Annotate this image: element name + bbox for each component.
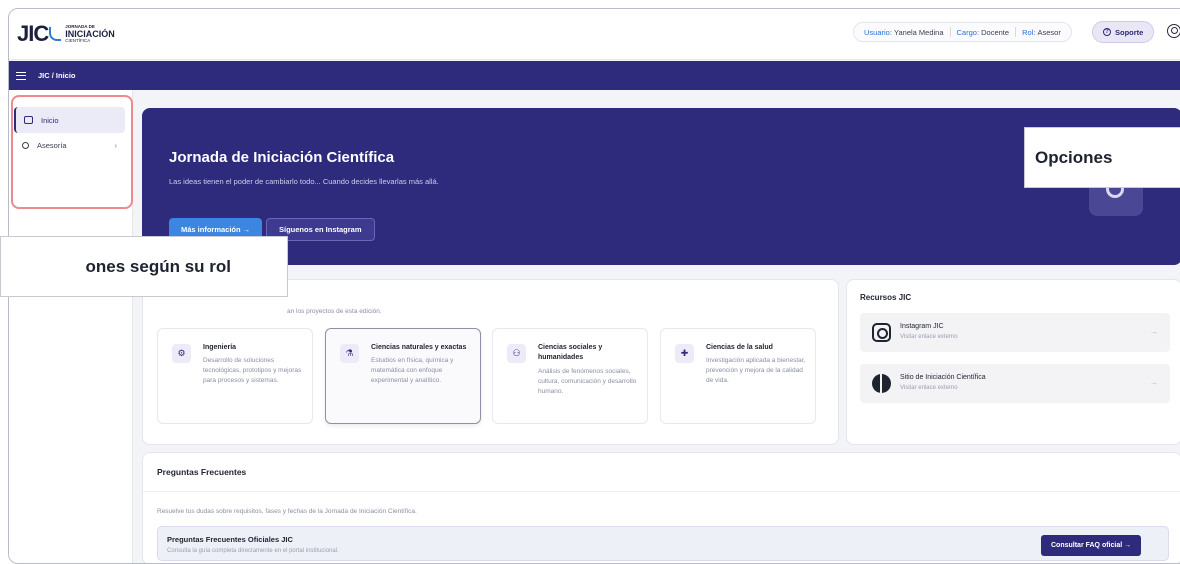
chevron-right-icon: › [114, 140, 117, 150]
sidebar-item-label: Inicio [41, 115, 59, 125]
logo-line-3: CIENTÍFICA [65, 37, 91, 43]
user-key: Usuario: [864, 27, 892, 37]
faq-official-box: Preguntas Frecuentes Oficiales JIC Consu… [157, 526, 1169, 561]
resource-item-instagram[interactable]: Instagram JIC Visitar enlace externo → [860, 313, 1170, 352]
sidebar-item-asesoria[interactable]: Asesoría › [14, 132, 125, 158]
hamburger-menu-icon[interactable] [16, 71, 26, 80]
help-icon: ? [1103, 28, 1111, 36]
instagram-icon [872, 323, 891, 342]
arrow-right-icon: → [1150, 378, 1158, 387]
resources-title: Recursos JIC [860, 293, 912, 302]
arrow-right-icon: → [1150, 327, 1158, 336]
nav-bar: JIC / Inicio [9, 61, 1180, 90]
divider [949, 27, 951, 37]
area-title: Ciencias naturales y exactas [371, 344, 467, 351]
support-label: Soporte [1115, 27, 1144, 37]
cargo-value: Docente [981, 27, 1010, 37]
logo-swoosh-icon [49, 27, 62, 41]
area-card-ingenieria[interactable]: ⚙ Ingeniería Desarrollo de soluciones te… [157, 328, 313, 424]
monitor-icon [24, 116, 33, 124]
support-button[interactable]: ? Soporte [1092, 21, 1155, 43]
resource-name: Sitio de Iniciación Científica [900, 374, 986, 381]
top-header: JIC JORNADA DE INICIACIÓN CIENTÍFICA Usu… [9, 9, 1180, 60]
callout-role-options: ones según su rol [0, 236, 288, 297]
area-title: Ciencias de la salud [706, 344, 773, 351]
sidebar-item-label: Asesoría [37, 140, 67, 150]
faq-title: Preguntas Frecuentes [157, 467, 247, 477]
logo-mark: JIC [17, 21, 49, 46]
user-plus-icon [22, 141, 29, 149]
logo[interactable]: JIC JORNADA DE INICIACIÓN CIENTÍFICA [17, 21, 115, 47]
gear-icon: ⚙ [172, 344, 191, 363]
faq-description: Resuelve tus dudas sobre requisitos, fas… [157, 508, 417, 515]
area-description: Estudios en física, química y matemática… [371, 357, 454, 384]
medical-icon: ✚ [675, 344, 694, 363]
divider [1015, 27, 1017, 37]
area-description: Investigación aplicada a bienestar, prev… [706, 357, 806, 384]
area-description: Desarrollo de soluciones tecnológicas, p… [203, 357, 302, 384]
knowledge-areas-card: an los proyectos de esta edición. ⚙ Inge… [142, 279, 839, 445]
globe-icon [872, 374, 891, 393]
rol-value: Asesor [1037, 27, 1061, 37]
resource-name: Instagram JIC [900, 323, 944, 330]
user-info: Usuario: Yanela Medina Cargo: Docente Ro… [853, 22, 1072, 42]
resource-subtitle: Visitar enlace externo [900, 385, 958, 391]
area-title: Ciencias sociales y humanidades [538, 344, 603, 361]
faq-box-subtitle: Consulta la guía completa directamente e… [167, 548, 339, 554]
resource-subtitle: Visitar enlace externo [900, 334, 958, 340]
hero-title: Jornada de Iniciación Científica [169, 149, 395, 166]
hero-subtitle: Las ideas tienen el poder de cambiarlo t… [169, 177, 439, 186]
resource-item-website[interactable]: Sitio de Iniciación Científica Visitar e… [860, 364, 1170, 403]
consult-faq-button[interactable]: Consultar FAQ oficial → [1041, 535, 1142, 556]
faq-card: Preguntas Frecuentes Resuelve tus dudas … [142, 452, 1180, 563]
resources-card: Recursos JIC Instagram JIC Visitar enlac… [846, 279, 1180, 445]
area-card-ciencias-sociales[interactable]: ⚇ Ciencias sociales y humanidades Anális… [492, 328, 648, 424]
flask-icon: ⚗ [340, 344, 359, 363]
area-card-ciencias-naturales[interactable]: ⚗ Ciencias naturales y exactas Estudios … [325, 328, 481, 424]
area-card-ciencias-salud[interactable]: ✚ Ciencias de la salud Investigación apl… [660, 328, 816, 424]
people-icon: ⚇ [507, 344, 526, 363]
user-value: Yanela Medina [894, 27, 944, 37]
area-description: Análisis de fenómenos sociales, cultura,… [538, 368, 637, 395]
areas-description: an los proyectos de esta edición. [287, 308, 382, 315]
logo-text: JORNADA DE INICIACIÓN CIENTÍFICA [65, 24, 115, 43]
sidebar: Inicio Asesoría › [9, 90, 133, 563]
breadcrumb: JIC / Inicio [38, 71, 76, 80]
callout-options: Opciones [1024, 127, 1180, 188]
faq-box-title: Preguntas Frecuentes Oficiales JIC [167, 535, 293, 544]
area-title: Ingeniería [203, 344, 237, 351]
cargo-key: Cargo: [956, 27, 980, 37]
account-icon[interactable] [1167, 24, 1180, 38]
sidebar-item-inicio[interactable]: Inicio [14, 107, 125, 133]
rol-key: Rol: [1022, 27, 1036, 37]
divider [143, 491, 1180, 492]
